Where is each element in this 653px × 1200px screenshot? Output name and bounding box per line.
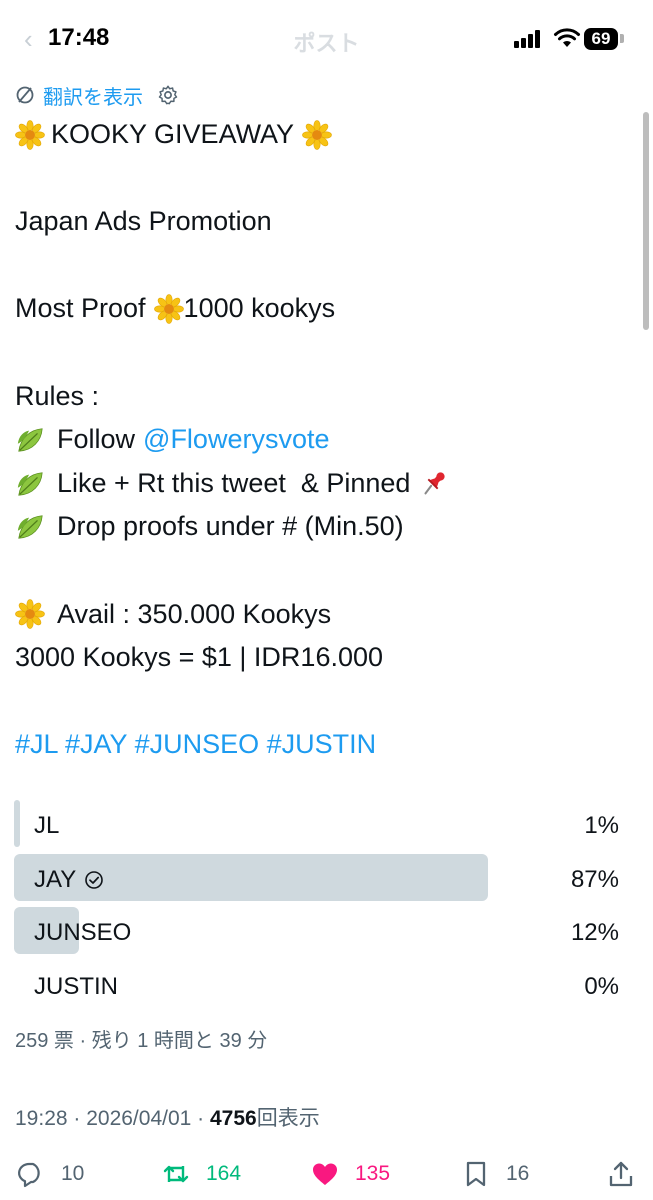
views-count: 4756 — [209, 1107, 257, 1130]
status-time: 17:48 — [48, 24, 110, 51]
repost-count: 164 — [206, 1162, 242, 1185]
poll-meta: 259 票 · 残り 1 時間と 39 分 — [15, 1030, 268, 1052]
repost-button[interactable]: 164 — [162, 1150, 241, 1198]
rate-line: 3000 Kookys = $1 | IDR16.000 — [15, 642, 384, 673]
bookmark-icon — [466, 1161, 486, 1187]
proof-amount: 1000 kookys — [183, 293, 336, 324]
scrollbar[interactable] — [643, 112, 649, 330]
tweet-title-line: KOOKY GIVEAWAY — [15, 113, 635, 157]
share-button[interactable] — [607, 1150, 651, 1198]
gear-icon[interactable] — [157, 84, 179, 106]
tweet-text: KOOKY GIVEAWAY Japan Ads Promotion Most … — [15, 113, 635, 767]
poll-option-percent: 1% — [584, 812, 619, 839]
rule-1: Follow @Flowerysvote — [15, 418, 635, 462]
heart-icon — [313, 1163, 337, 1185]
poll-option-label: JUNSEO — [34, 919, 132, 946]
datetime: 19:28 · 2026/04/01 · — [15, 1107, 210, 1130]
battery-icon: 69 — [584, 28, 618, 50]
tweet-proof-line: Most Proof 1000 kookys — [15, 287, 635, 331]
translate-row[interactable]: 翻訳を表示 — [15, 81, 179, 109]
rule-1-prefix: Follow — [57, 424, 136, 455]
battery-tip — [620, 34, 624, 43]
sunflower-emoji-icon — [302, 120, 332, 150]
status-bar: ‹ ポスト 17:48 69 — [0, 0, 653, 80]
avail-text: Avail : 350.000 Kookys — [57, 598, 332, 629]
poll-option[interactable]: JUNSEO 12% — [14, 907, 627, 954]
sunflower-emoji-icon — [15, 599, 45, 629]
rule-3: Drop proofs under # (Min.50) — [15, 505, 635, 549]
pushpin-emoji-icon — [418, 469, 448, 499]
poll-option-percent: 87% — [570, 865, 619, 893]
tweet-promo: Japan Ads Promotion — [15, 206, 272, 237]
timestamp: 19:28 · 2026/04/01 · 4756回表示 — [15, 1102, 320, 1132]
leaf-emoji-icon — [15, 512, 45, 542]
mention-link[interactable]: @Flowerysvote — [143, 418, 329, 462]
poll-option-label: JL — [34, 812, 60, 839]
poll-option-label: JAY — [34, 854, 104, 906]
poll-bar — [14, 800, 20, 847]
sunflower-emoji-icon — [154, 294, 184, 324]
proof-prefix: Most Proof — [15, 293, 146, 324]
like-count: 135 — [355, 1162, 391, 1185]
like-button[interactable]: 135 — [311, 1150, 390, 1198]
leaf-emoji-icon — [15, 469, 45, 499]
poll-option-label: JUSTIN — [34, 972, 118, 1000]
reply-icon — [18, 1162, 40, 1188]
translate-label[interactable]: 翻訳を表示 — [43, 81, 143, 110]
views-suffix: 回表示 — [256, 1107, 320, 1130]
poll-option[interactable]: JAY 87% — [14, 853, 627, 901]
leaf-emoji-icon — [15, 425, 45, 455]
hashtags[interactable]: #JL #JAY #JUNSEO #JUSTIN — [15, 723, 635, 767]
wifi-icon — [554, 28, 580, 47]
poll-option-percent: 12% — [570, 919, 619, 946]
rule-3-text: Drop proofs under # (Min.50) — [57, 511, 404, 542]
avail-line: Avail : 350.000 Kookys — [15, 593, 635, 637]
translate-icon — [16, 86, 34, 104]
action-bar: 10 164 135 16 — [0, 1150, 653, 1198]
repost-icon — [163, 1165, 189, 1183]
poll-option-text: JAY — [34, 865, 77, 893]
poll-option[interactable]: JUSTIN 0% — [14, 961, 627, 1008]
share-icon — [609, 1161, 633, 1187]
poll-option-percent: 0% — [584, 972, 619, 1000]
rule-2-text: Like + Rt this tweet & Pinned — [57, 467, 411, 498]
poll-option[interactable]: JL 1% — [14, 800, 627, 847]
poll: JL 1% JAY 87% JUNSEO 12% JUSTIN 0% — [14, 800, 627, 1014]
sunflower-emoji-icon — [15, 120, 45, 150]
rules-header: Rules : — [15, 380, 100, 411]
check-circle-icon — [85, 870, 104, 889]
bookmark-count: 16 — [506, 1162, 530, 1185]
rule-2: Like + Rt this tweet & Pinned — [15, 462, 635, 506]
tweet-title: KOOKY GIVEAWAY — [51, 119, 295, 149]
reply-button[interactable]: 10 — [17, 1150, 84, 1198]
cellular-signal-icon — [514, 30, 544, 48]
bookmark-button[interactable]: 16 — [462, 1150, 529, 1198]
reply-count: 10 — [61, 1162, 85, 1185]
